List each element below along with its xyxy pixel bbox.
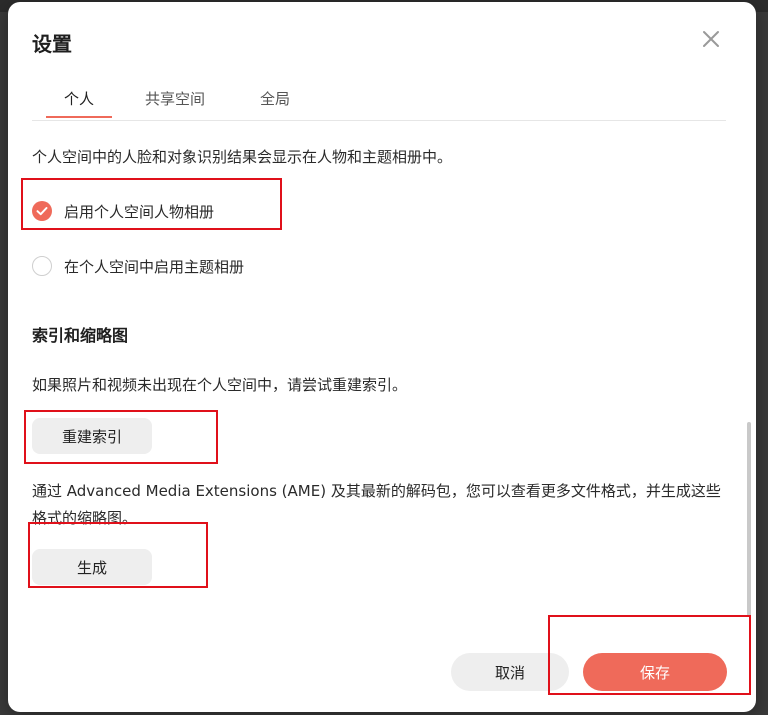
tab-global[interactable]: 全局 <box>260 88 290 117</box>
close-icon[interactable] <box>698 26 724 52</box>
index-section-title: 索引和缩略图 <box>32 326 129 345</box>
checked-radio-icon[interactable] <box>32 201 52 221</box>
option-label: 启用个人空间人物相册 <box>64 202 215 221</box>
scrollbar[interactable] <box>747 422 751 617</box>
cancel-button[interactable]: 取消 <box>451 653 569 691</box>
reindex-description: 如果照片和视频未出现在个人空间中，请尝试重建索引。 <box>32 376 408 394</box>
tab-personal[interactable]: 个人 <box>45 88 113 118</box>
tab-bar: 个人 共享空间 全局 <box>32 88 726 121</box>
ame-description: 通过 Advanced Media Extensions (AME) 及其最新的… <box>32 482 721 527</box>
option-enable-theme-album[interactable]: 在个人空间中启用主题相册 <box>32 255 244 277</box>
personal-description: 个人空间中的人脸和对象识别结果会显示在人物和主题相册中。 <box>32 148 453 166</box>
generate-button[interactable]: 生成 <box>32 549 152 585</box>
dialog-title: 设置 <box>32 32 72 56</box>
unchecked-radio-icon[interactable] <box>32 256 52 276</box>
option-enable-people-album[interactable]: 启用个人空间人物相册 <box>32 200 214 222</box>
reindex-button[interactable]: 重建索引 <box>32 418 152 454</box>
save-button[interactable]: 保存 <box>583 653 727 691</box>
settings-dialog: 设置 个人 共享空间 全局 个人空间中的人脸和对象识别结果会显示在人物和主题相册… <box>8 2 756 712</box>
option-label: 在个人空间中启用主题相册 <box>64 257 245 276</box>
tab-shared-space[interactable]: 共享空间 <box>145 88 205 117</box>
